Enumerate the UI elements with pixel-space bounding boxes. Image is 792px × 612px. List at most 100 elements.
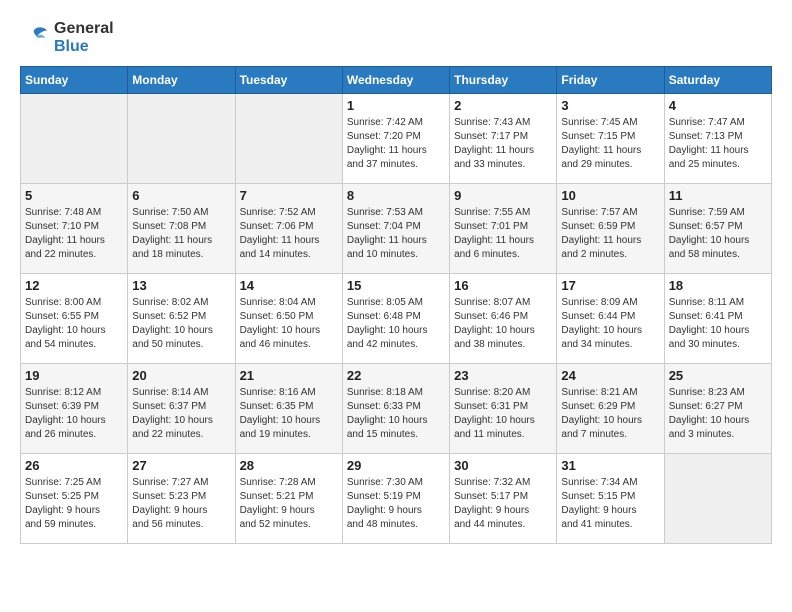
calendar-cell: 10 Sunrise: 7:57 AM Sunset: 6:59 PM Dayli… xyxy=(557,184,664,274)
day-number: 31 xyxy=(561,458,659,473)
calendar-week-row: 5 Sunrise: 7:48 AM Sunset: 7:10 PM Daylig… xyxy=(21,184,772,274)
day-info: Sunrise: 8:09 AM Sunset: 6:44 PM Dayligh… xyxy=(561,296,659,352)
calendar-cell: 6 Sunrise: 7:50 AM Sunset: 7:08 PM Daylig… xyxy=(128,184,235,274)
calendar-cell: 11 Sunrise: 7:59 AM Sunset: 6:57 PM Dayli… xyxy=(664,184,771,274)
day-info: Sunrise: 8:20 AM Sunset: 6:31 PM Dayligh… xyxy=(454,386,552,442)
calendar-cell: 13 Sunrise: 8:02 AM Sunset: 6:52 PM Dayli… xyxy=(128,274,235,364)
day-number: 27 xyxy=(132,458,230,473)
day-number: 21 xyxy=(240,368,338,383)
day-info: Sunrise: 7:43 AM Sunset: 7:17 PM Dayligh… xyxy=(454,116,552,172)
day-info: Sunrise: 7:28 AM Sunset: 5:21 PM Dayligh… xyxy=(240,476,338,532)
weekday-header: Monday xyxy=(128,67,235,94)
calendar-cell: 2 Sunrise: 7:43 AM Sunset: 7:17 PM Daylig… xyxy=(450,94,557,184)
day-number: 24 xyxy=(561,368,659,383)
day-number: 16 xyxy=(454,278,552,293)
day-number: 17 xyxy=(561,278,659,293)
calendar-cell: 18 Sunrise: 8:11 AM Sunset: 6:41 PM Dayli… xyxy=(664,274,771,364)
calendar-cell: 27Sunrise: 7:27 AM Sunset: 5:23 PM Dayli… xyxy=(128,454,235,544)
calendar-body: 1Sunrise: 7:42 AM Sunset: 7:20 PM Daylig… xyxy=(21,94,772,544)
day-number: 19 xyxy=(25,368,123,383)
day-number: 20 xyxy=(132,368,230,383)
day-info: Sunrise: 7:25 AM Sunset: 5:25 PM Dayligh… xyxy=(25,476,123,532)
weekday-header: Wednesday xyxy=(342,67,449,94)
day-info: Sunrise: 7:48 AM Sunset: 7:10 PM Dayligh… xyxy=(25,206,123,262)
calendar-cell: 31Sunrise: 7:34 AM Sunset: 5:15 PM Dayli… xyxy=(557,454,664,544)
weekday-header: Thursday xyxy=(450,67,557,94)
calendar-week-row: 1Sunrise: 7:42 AM Sunset: 7:20 PM Daylig… xyxy=(21,94,772,184)
day-number: 1 xyxy=(347,98,445,113)
day-number: 8 xyxy=(347,188,445,203)
day-info: Sunrise: 7:52 AM Sunset: 7:06 PM Dayligh… xyxy=(240,206,338,262)
calendar-cell: 25 Sunrise: 8:23 AM Sunset: 6:27 PM Dayli… xyxy=(664,364,771,454)
day-number: 28 xyxy=(240,458,338,473)
calendar-cell: 14 Sunrise: 8:04 AM Sunset: 6:50 PM Dayli… xyxy=(235,274,342,364)
day-number: 15 xyxy=(347,278,445,293)
day-number: 29 xyxy=(347,458,445,473)
logo-icon xyxy=(20,23,50,53)
weekday-header-row: SundayMondayTuesdayWednesdayThursdayFrid… xyxy=(21,67,772,94)
weekday-header: Saturday xyxy=(664,67,771,94)
day-number: 4 xyxy=(669,98,767,113)
calendar-cell: 23Sunrise: 8:20 AM Sunset: 6:31 PM Dayli… xyxy=(450,364,557,454)
day-number: 5 xyxy=(25,188,123,203)
day-number: 2 xyxy=(454,98,552,113)
day-info: Sunrise: 8:18 AM Sunset: 6:33 PM Dayligh… xyxy=(347,386,445,442)
day-info: Sunrise: 8:04 AM Sunset: 6:50 PM Dayligh… xyxy=(240,296,338,352)
page-header: General Blue xyxy=(20,20,772,56)
day-info: Sunrise: 7:32 AM Sunset: 5:17 PM Dayligh… xyxy=(454,476,552,532)
day-info: Sunrise: 7:45 AM Sunset: 7:15 PM Dayligh… xyxy=(561,116,659,172)
day-info: Sunrise: 7:59 AM Sunset: 6:57 PM Dayligh… xyxy=(669,206,767,262)
day-number: 7 xyxy=(240,188,338,203)
calendar-cell xyxy=(21,94,128,184)
calendar-header: SundayMondayTuesdayWednesdayThursdayFrid… xyxy=(21,67,772,94)
day-number: 25 xyxy=(669,368,767,383)
day-info: Sunrise: 8:16 AM Sunset: 6:35 PM Dayligh… xyxy=(240,386,338,442)
calendar-cell: 17 Sunrise: 8:09 AM Sunset: 6:44 PM Dayli… xyxy=(557,274,664,364)
calendar-cell: 30 Sunrise: 7:32 AM Sunset: 5:17 PM Dayli… xyxy=(450,454,557,544)
calendar-cell: 28 Sunrise: 7:28 AM Sunset: 5:21 PM Dayli… xyxy=(235,454,342,544)
calendar-cell: 21 Sunrise: 8:16 AM Sunset: 6:35 PM Dayli… xyxy=(235,364,342,454)
day-info: Sunrise: 8:00 AM Sunset: 6:55 PM Dayligh… xyxy=(25,296,123,352)
day-info: Sunrise: 8:12 AM Sunset: 6:39 PM Dayligh… xyxy=(25,386,123,442)
logo-text: General Blue xyxy=(54,20,114,56)
calendar-cell: 15Sunrise: 8:05 AM Sunset: 6:48 PM Dayli… xyxy=(342,274,449,364)
day-info: Sunrise: 8:02 AM Sunset: 6:52 PM Dayligh… xyxy=(132,296,230,352)
day-number: 26 xyxy=(25,458,123,473)
day-info: Sunrise: 8:07 AM Sunset: 6:46 PM Dayligh… xyxy=(454,296,552,352)
calendar-cell: 24Sunrise: 8:21 AM Sunset: 6:29 PM Dayli… xyxy=(557,364,664,454)
logo: General Blue xyxy=(20,20,114,56)
calendar-cell xyxy=(128,94,235,184)
calendar-week-row: 26 Sunrise: 7:25 AM Sunset: 5:25 PM Dayli… xyxy=(21,454,772,544)
day-number: 11 xyxy=(669,188,767,203)
calendar-week-row: 19 Sunrise: 8:12 AM Sunset: 6:39 PM Dayli… xyxy=(21,364,772,454)
calendar-cell: 29 Sunrise: 7:30 AM Sunset: 5:19 PM Dayli… xyxy=(342,454,449,544)
day-number: 10 xyxy=(561,188,659,203)
calendar-cell xyxy=(664,454,771,544)
calendar-cell: 8 Sunrise: 7:53 AM Sunset: 7:04 PM Daylig… xyxy=(342,184,449,274)
day-number: 14 xyxy=(240,278,338,293)
day-number: 13 xyxy=(132,278,230,293)
day-info: Sunrise: 8:11 AM Sunset: 6:41 PM Dayligh… xyxy=(669,296,767,352)
day-number: 6 xyxy=(132,188,230,203)
day-number: 9 xyxy=(454,188,552,203)
calendar-cell xyxy=(235,94,342,184)
calendar-cell: 26 Sunrise: 7:25 AM Sunset: 5:25 PM Dayli… xyxy=(21,454,128,544)
calendar-cell: 3 Sunrise: 7:45 AM Sunset: 7:15 PM Daylig… xyxy=(557,94,664,184)
day-number: 30 xyxy=(454,458,552,473)
day-info: Sunrise: 7:57 AM Sunset: 6:59 PM Dayligh… xyxy=(561,206,659,262)
day-number: 3 xyxy=(561,98,659,113)
day-info: Sunrise: 8:23 AM Sunset: 6:27 PM Dayligh… xyxy=(669,386,767,442)
day-info: Sunrise: 7:47 AM Sunset: 7:13 PM Dayligh… xyxy=(669,116,767,172)
calendar-cell: 22Sunrise: 8:18 AM Sunset: 6:33 PM Dayli… xyxy=(342,364,449,454)
day-number: 18 xyxy=(669,278,767,293)
calendar-cell: 19 Sunrise: 8:12 AM Sunset: 6:39 PM Dayli… xyxy=(21,364,128,454)
day-info: Sunrise: 7:30 AM Sunset: 5:19 PM Dayligh… xyxy=(347,476,445,532)
day-number: 12 xyxy=(25,278,123,293)
day-info: Sunrise: 7:50 AM Sunset: 7:08 PM Dayligh… xyxy=(132,206,230,262)
calendar-table: SundayMondayTuesdayWednesdayThursdayFrid… xyxy=(20,66,772,544)
day-info: Sunrise: 7:55 AM Sunset: 7:01 PM Dayligh… xyxy=(454,206,552,262)
day-info: Sunrise: 7:53 AM Sunset: 7:04 PM Dayligh… xyxy=(347,206,445,262)
weekday-header: Friday xyxy=(557,67,664,94)
calendar-cell: 9 Sunrise: 7:55 AM Sunset: 7:01 PM Daylig… xyxy=(450,184,557,274)
day-info: Sunrise: 8:14 AM Sunset: 6:37 PM Dayligh… xyxy=(132,386,230,442)
